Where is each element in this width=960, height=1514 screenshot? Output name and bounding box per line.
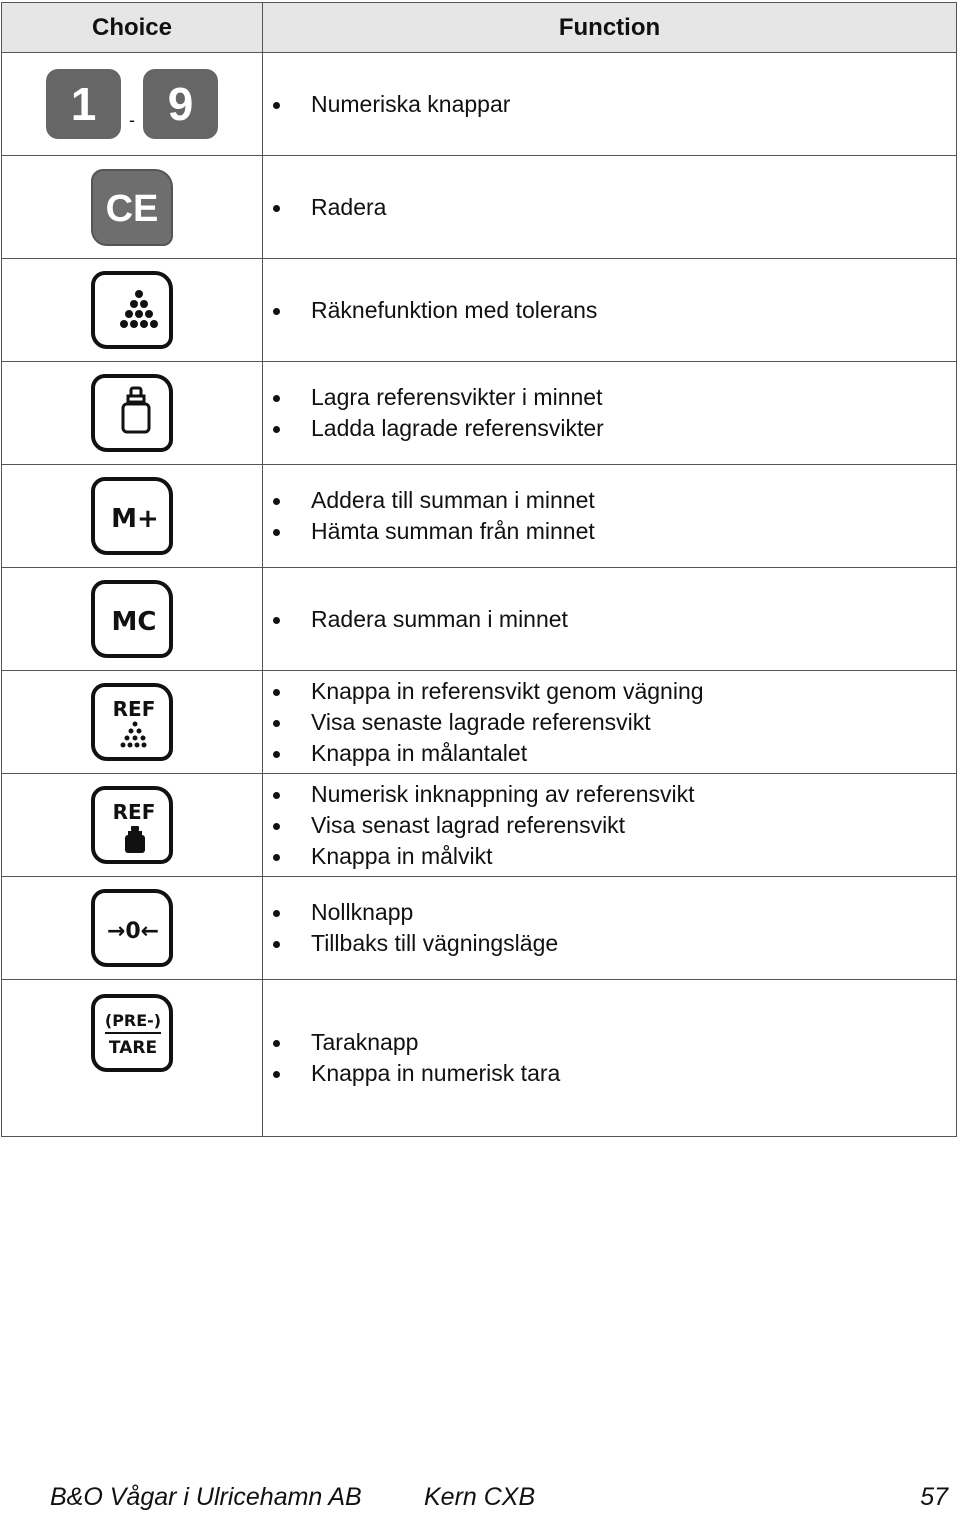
weight-outline-icon [121, 386, 151, 434]
table-row: (PRE-) TARE Taraknapp Knappa in numerisk… [1, 979, 957, 1137]
function-item: Hämta summan från minnet [273, 516, 956, 547]
function-cell: Räknefunktion med tolerans [262, 258, 957, 362]
choice-cell: CE [1, 155, 263, 259]
choice-cell: REF [1, 773, 263, 877]
counting-key-icon [91, 271, 173, 349]
function-item: Ladda lagrade referensvikter [273, 413, 956, 444]
function-item: Räknefunktion med tolerans [273, 295, 956, 326]
key-function-table: Choice Function 1-9 Numeriska knappar CE… [1, 2, 957, 1137]
zero-key-icon: →0← [91, 889, 173, 967]
function-cell: Numeriska knappar [262, 52, 957, 156]
footer-company: B&O Vågar i Ulricehamn AB [50, 1483, 362, 1511]
key-1-icon: 1 [46, 69, 121, 139]
m-plus-key-icon: M+ [91, 477, 173, 555]
function-item: Nollknapp [273, 897, 956, 928]
function-item: Lagra referensvikter i minnet [273, 382, 956, 413]
choice-cell [1, 361, 263, 465]
function-item: Knappa in målantalet [273, 738, 956, 769]
function-cell: Numerisk inknappning av referensvikt Vis… [262, 773, 957, 877]
pre-tare-key-icon: (PRE-) TARE [91, 994, 173, 1072]
pyramid-dots-icon [120, 290, 158, 328]
table-row: MC Radera summan i minnet [1, 567, 957, 671]
function-cell: Nollknapp Tillbaks till vägningsläge [262, 876, 957, 980]
zero-label: →0← [107, 919, 159, 944]
choice-cell [1, 258, 263, 362]
footer-model: Kern CXB [424, 1483, 536, 1511]
choice-cell: →0← [1, 876, 263, 980]
function-item: Tillbaks till vägningsläge [273, 928, 956, 959]
ref-count-key-icon: REF [91, 683, 173, 761]
pyramid-dots-icon [120, 721, 147, 748]
function-cell: Knappa in referensvikt genom vägning Vis… [262, 670, 957, 774]
ref-weight-key-icon: REF [91, 786, 173, 864]
function-item: Addera till summan i minnet [273, 485, 956, 516]
range-separator: - [129, 110, 135, 130]
table-row: Räknefunktion med tolerans [1, 258, 957, 362]
table-row: REF Numerisk inknappning av referensvikt… [1, 773, 957, 877]
function-item: Visa senast lagrad referensvikt [273, 810, 956, 841]
reference-memory-key-icon [91, 374, 173, 452]
mc-key-icon: MC [91, 580, 173, 658]
table-header-row: Choice Function [1, 2, 957, 53]
choice-cell: 1-9 [1, 52, 263, 156]
function-item: Radera [273, 192, 956, 223]
function-item: Visa senaste lagrade referensvikt [273, 707, 956, 738]
choice-cell: MC [1, 567, 263, 671]
table-row: M+ Addera till summan i minnet Hämta sum… [1, 464, 957, 568]
function-cell: Lagra referensvikter i minnet Ladda lagr… [262, 361, 957, 465]
function-item: Knappa in referensvikt genom vägning [273, 676, 956, 707]
choice-cell: M+ [1, 464, 263, 568]
header-choice: Choice [1, 2, 263, 53]
table-row: REF Knappa in referensvikt genom vägning… [1, 670, 957, 774]
ref-label: REF [113, 697, 156, 721]
pre-label: (PRE-) [105, 1011, 161, 1030]
function-item: Knappa in numerisk tara [273, 1058, 956, 1089]
mc-label: MC [112, 607, 157, 637]
header-function: Function [262, 2, 957, 53]
function-cell: Addera till summan i minnet Hämta summan… [262, 464, 957, 568]
function-cell: Taraknapp Knappa in numerisk tara [262, 979, 957, 1137]
table-row: CE Radera [1, 155, 957, 259]
tare-label: TARE [109, 1038, 157, 1058]
table-row: 1-9 Numeriska knappar [1, 52, 957, 156]
function-item: Numeriska knappar [273, 89, 956, 120]
page-number: 57 [920, 1483, 948, 1511]
choice-cell: (PRE-) TARE [1, 979, 263, 1137]
function-item: Radera summan i minnet [273, 604, 956, 635]
function-item: Knappa in målvikt [273, 841, 956, 872]
ce-key-icon: CE [91, 168, 173, 246]
table-row: →0← Nollknapp Tillbaks till vägningsläge [1, 876, 957, 980]
table-row: Lagra referensvikter i minnet Ladda lagr… [1, 361, 957, 465]
m-plus-label: M+ [111, 504, 159, 534]
choice-cell: REF [1, 670, 263, 774]
function-cell: Radera summan i minnet [262, 567, 957, 671]
key-9-icon: 9 [143, 69, 218, 139]
weight-solid-icon [125, 826, 145, 853]
function-item: Numerisk inknappning av referensvikt [273, 779, 956, 810]
ref-label: REF [113, 800, 156, 824]
function-cell: Radera [262, 155, 957, 259]
function-item: Taraknapp [273, 1027, 956, 1058]
